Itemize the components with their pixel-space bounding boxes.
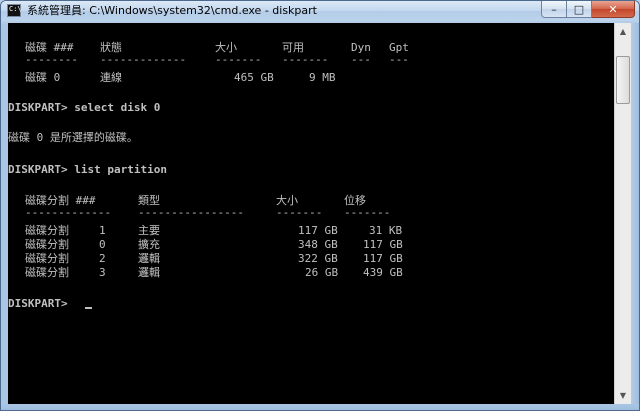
- type-separator: ----------------: [138, 206, 244, 219]
- scroll-up-arrow-icon[interactable]: ▲: [615, 23, 631, 40]
- minimize-icon: –: [551, 2, 557, 16]
- close-button[interactable]: ✕: [592, 1, 635, 18]
- partition-label: 磁碟分割: [25, 266, 69, 279]
- window-frame-bottom: [1, 404, 639, 410]
- partition-size: 348 GB: [298, 238, 338, 251]
- partition-offset: 439 GB: [363, 266, 403, 279]
- gpt-separator: ---: [389, 53, 409, 66]
- current-prompt[interactable]: DISKPART>: [8, 298, 614, 310]
- disk-separator: --------: [25, 53, 78, 66]
- partition-type: 擴充: [138, 238, 160, 251]
- size-separator: -------: [215, 53, 262, 66]
- dyn-separator: ---: [351, 53, 371, 66]
- disk-separator-row: -------- ------------- ------- ------- -…: [8, 54, 614, 66]
- console-output[interactable]: 磁碟 ### 狀態 大小 可用 Dyn Gpt -------- -------…: [8, 23, 614, 404]
- minimize-button[interactable]: –: [541, 1, 567, 18]
- window-frame-right: [631, 23, 639, 410]
- disk-free: 9 MB: [309, 71, 336, 84]
- partition-separator-row: ------------- ---------------- ------- -…: [8, 207, 614, 219]
- partition-number: 1: [99, 224, 106, 237]
- offset-separator: -------: [344, 206, 391, 219]
- partition-type: 邏輯: [138, 252, 160, 265]
- window-title: 系統管理員: C:\Windows\system32\cmd.exe - dis…: [27, 4, 317, 17]
- cmd-window: C:\ 系統管理員: C:\Windows\system32\cmd.exe -…: [0, 0, 640, 411]
- partition-offset: 117 GB: [363, 252, 403, 265]
- scrollbar-thumb[interactable]: [616, 56, 630, 104]
- caption-buttons: – □ ✕: [541, 1, 635, 18]
- disk-row: 磁碟 0 連線 465 GB 9 MB: [8, 72, 614, 84]
- partition-size: 117 GB: [298, 224, 338, 237]
- partition-number: 2: [99, 252, 106, 265]
- disk-name: 磁碟 0: [25, 71, 61, 84]
- free-separator: -------: [282, 53, 329, 66]
- cmd-icon-label: C:\: [9, 5, 22, 13]
- partition-row: 磁碟分割 2 邏輯 322 GB 117 GB: [8, 253, 614, 265]
- partition-row: 磁碟分割 1 主要 117 GB 31 KB: [8, 225, 614, 237]
- select-disk-message: 磁碟 0 是所選擇的磁碟。: [8, 131, 138, 144]
- disk-size: 465 GB: [234, 71, 274, 84]
- maximize-button[interactable]: □: [567, 1, 592, 18]
- partition-label: 磁碟分割: [25, 238, 69, 251]
- partition-offset: 117 GB: [363, 238, 403, 251]
- prompt-text: DISKPART>: [8, 297, 75, 310]
- vertical-scrollbar[interactable]: ▲ ▼: [614, 23, 631, 404]
- partition-label: 磁碟分割: [25, 224, 69, 237]
- cmd-icon[interactable]: C:\: [7, 4, 22, 17]
- scroll-down-arrow-icon[interactable]: ▼: [615, 387, 631, 404]
- partition-type: 主要: [138, 224, 160, 237]
- close-icon: ✕: [608, 2, 618, 16]
- partition-offset: 31 KB: [369, 224, 403, 237]
- partition-row: 磁碟分割 0 擴充 348 GB 117 GB: [8, 239, 614, 251]
- partition-label: 磁碟分割: [25, 252, 69, 265]
- list-partition-command: DISKPART> list partition: [8, 163, 167, 176]
- psize-separator: -------: [276, 206, 323, 219]
- partition-size: 26 GB: [305, 266, 339, 279]
- partition-size: 322 GB: [298, 252, 338, 265]
- partition-number: 0: [99, 238, 106, 251]
- partition-number: 3: [99, 266, 106, 279]
- maximize-icon: □: [573, 2, 585, 16]
- select-disk-command: DISKPART> select disk 0: [8, 101, 161, 114]
- partition-separator: -------------: [25, 206, 112, 219]
- disk-status: 連線: [100, 71, 122, 84]
- title-bar[interactable]: C:\ 系統管理員: C:\Windows\system32\cmd.exe -…: [1, 1, 639, 21]
- text-cursor: [85, 307, 92, 309]
- partition-type: 邏輯: [138, 266, 160, 279]
- status-separator: -------------: [100, 53, 187, 66]
- partition-row: 磁碟分割 3 邏輯 26 GB 439 GB: [8, 267, 614, 279]
